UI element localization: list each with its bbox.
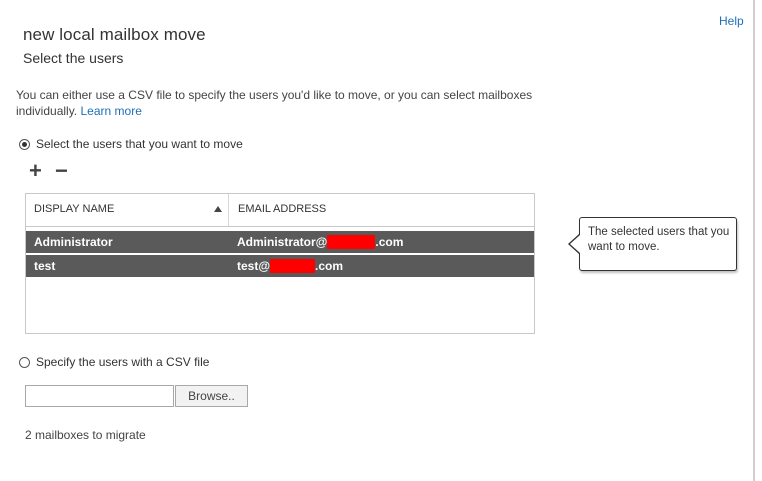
add-icon[interactable]: +	[29, 160, 42, 182]
browse-button[interactable]: Browse..	[175, 385, 248, 407]
csv-option[interactable]: Specify the users with a CSV file	[19, 355, 209, 369]
row-email: Administrator@ .com	[237, 235, 403, 249]
select-users-label: Select the users that you want to move	[36, 137, 243, 151]
row-email-prefix: Administrator@	[237, 235, 328, 249]
sort-ascending-icon	[214, 206, 222, 212]
callout-pointer-fill	[570, 235, 580, 253]
mailbox-count-status: 2 mailboxes to migrate	[25, 428, 146, 442]
help-link[interactable]: Help	[719, 14, 744, 28]
csv-file-path-input[interactable]	[25, 385, 174, 407]
callout-tooltip: The selected users that you want to move…	[579, 217, 737, 271]
row-email-suffix: .com	[315, 259, 344, 273]
table-row[interactable]: test test@ .com	[26, 255, 534, 277]
row-display-name: test	[34, 259, 56, 273]
callout-text: The selected users that you want to move…	[588, 226, 730, 253]
page-title: new local mailbox move	[23, 25, 206, 44]
page-subtitle: Select the users	[23, 50, 124, 66]
description: You can either use a CSV file to specify…	[16, 87, 536, 119]
row-email: test@ .com	[237, 259, 343, 273]
dialog-border	[753, 0, 755, 481]
row-email-suffix: .com	[375, 235, 404, 249]
column-header-display-name[interactable]: DISPLAY NAME	[26, 194, 229, 226]
users-grid: DISPLAY NAME EMAIL ADDRESS Administrator…	[25, 193, 535, 334]
select-users-radio[interactable]	[19, 138, 30, 150]
select-users-option[interactable]: Select the users that you want to move	[19, 137, 243, 151]
row-display-name: Administrator	[34, 235, 113, 249]
redaction-block	[270, 259, 316, 273]
radio-selected-dot	[22, 141, 27, 147]
csv-radio[interactable]	[19, 356, 30, 368]
grid-header: DISPLAY NAME EMAIL ADDRESS	[26, 194, 534, 227]
remove-icon[interactable]: −	[55, 160, 68, 182]
column-label-display-name: DISPLAY NAME	[34, 203, 115, 215]
learn-more-link[interactable]: Learn more	[81, 104, 142, 118]
row-email-prefix: test@	[237, 259, 271, 273]
csv-option-label: Specify the users with a CSV file	[36, 355, 210, 369]
column-label-email: EMAIL ADDRESS	[238, 203, 327, 215]
redaction-block	[327, 235, 376, 249]
table-row[interactable]: Administrator Administrator@ .com	[26, 231, 534, 253]
column-header-email[interactable]: EMAIL ADDRESS	[230, 194, 534, 226]
